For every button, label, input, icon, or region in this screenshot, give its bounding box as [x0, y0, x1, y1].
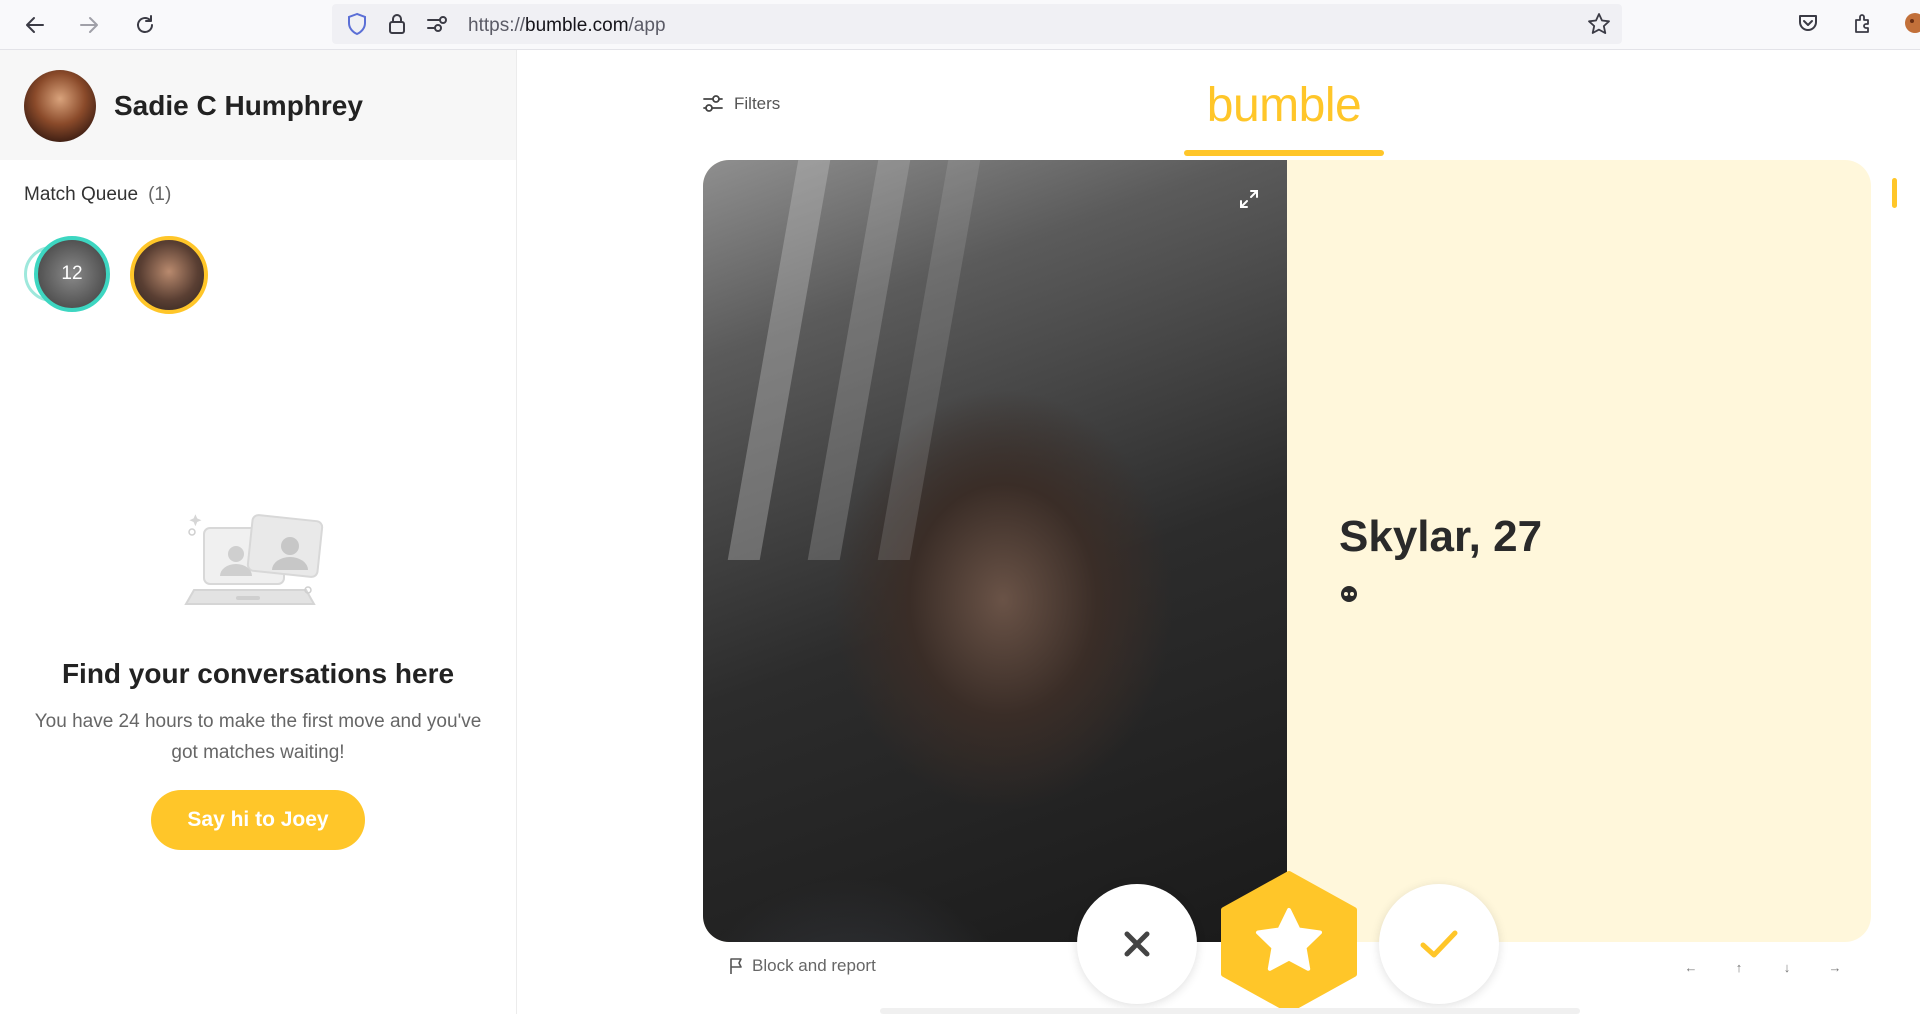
photo-light-beam — [727, 160, 831, 560]
profile-avatar-icon[interactable] — [1900, 8, 1920, 38]
lock-icon[interactable] — [382, 9, 412, 39]
conversations-illustration — [180, 510, 340, 630]
block-report-label: Block and report — [752, 956, 876, 975]
scrollbar[interactable] — [1892, 178, 1897, 208]
match-queue-label: Match Queue — [24, 184, 139, 205]
pass-button[interactable] — [1077, 884, 1197, 1004]
shield-icon[interactable] — [342, 9, 372, 39]
keyboard-hint-right: → — [1828, 959, 1842, 975]
queue-stack-avatar[interactable]: 12 — [34, 236, 110, 312]
pocket-icon[interactable] — [1793, 8, 1823, 38]
keyboard-hint-up: ↑ — [1735, 959, 1743, 975]
filters-label: Filters — [734, 94, 781, 113]
user-name[interactable]: Sadie C Humphrey — [114, 90, 363, 122]
sidebar: Sadie C Humphrey Match Queue (1) 12 Find … — [0, 50, 517, 1014]
avatar[interactable] — [24, 70, 96, 142]
url-text: https://bumble.com/app — [468, 15, 666, 37]
like-button[interactable] — [1379, 884, 1499, 1004]
brand-underline — [1184, 150, 1384, 156]
url-path: /app — [628, 15, 666, 36]
bookmark-star-icon[interactable] — [1584, 9, 1614, 39]
queue-stack-count: 12 — [61, 263, 83, 284]
profile-name-age: Skylar, 27 — [1339, 512, 1543, 561]
flag-icon — [730, 958, 742, 974]
lifestyle-icon — [1339, 584, 1359, 604]
empty-state-description: You have 24 hours to make the first move… — [34, 711, 482, 763]
superswipe-button[interactable] — [1218, 870, 1360, 1014]
profile-info: Skylar, 27 — [1287, 160, 1871, 942]
filters-button[interactable]: Filters — [702, 94, 780, 114]
extensions-icon[interactable] — [1848, 8, 1878, 38]
forward-arrow-icon[interactable] — [74, 10, 104, 40]
match-queue-count: (1) — [148, 184, 172, 205]
checkmark-icon — [1420, 930, 1458, 958]
keyboard-hint-down: ↓ — [1783, 959, 1791, 975]
keyboard-hints: ← ↑ ↓ → — [1680, 958, 1846, 976]
reload-icon[interactable] — [130, 10, 160, 40]
permissions-icon[interactable] — [422, 9, 452, 39]
bottom-divider — [880, 1008, 1580, 1014]
empty-state-title: Find your conversations here — [61, 658, 455, 689]
profile-card: Skylar, 27 — [703, 160, 1871, 942]
expand-icon[interactable] — [1234, 184, 1264, 214]
address-bar[interactable]: https://bumble.com/app — [332, 4, 1622, 44]
bumble-logo[interactable]: bumble — [1184, 78, 1384, 133]
filters-icon — [703, 95, 723, 112]
url-domain: bumble.com — [525, 15, 629, 36]
browser-toolbar: https://bumble.com/app — [0, 0, 1920, 50]
url-prefix: https:// — [468, 15, 526, 36]
say-hi-button[interactable]: Say hi to Joey — [151, 790, 365, 850]
back-arrow-icon[interactable] — [20, 10, 50, 40]
match-queue-title: Match Queue (1) — [24, 184, 171, 206]
match-avatar[interactable] — [130, 236, 208, 314]
block-report-link[interactable]: Block and report — [728, 956, 876, 976]
user-header[interactable]: Sadie C Humphrey — [0, 50, 516, 160]
profile-photo[interactable] — [703, 160, 1287, 942]
keyboard-hint-left: ← — [1684, 959, 1698, 975]
close-icon — [1124, 931, 1150, 957]
